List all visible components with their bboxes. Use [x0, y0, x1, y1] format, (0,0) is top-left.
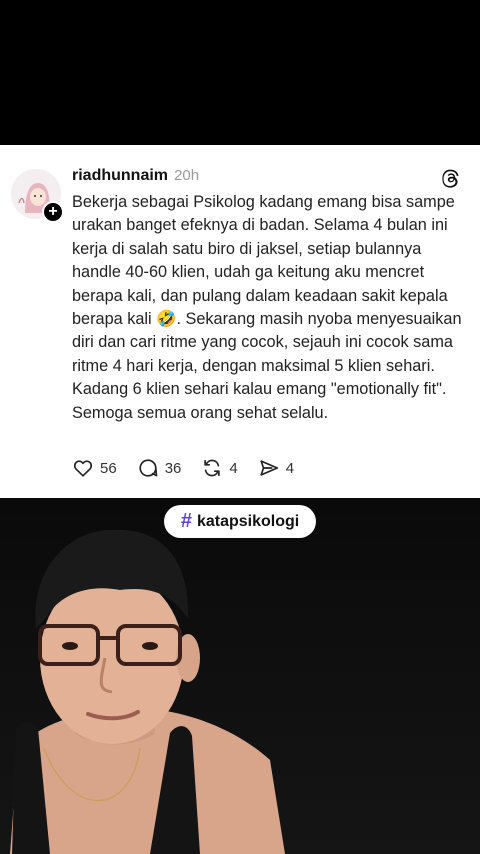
post-time: 20h: [174, 167, 200, 184]
top-black-bar: [0, 0, 480, 145]
send-icon: [260, 460, 278, 476]
threads-post-card: + riadhunnaim 20h Bekerja sebagai Psikol…: [0, 145, 480, 498]
hash-icon: #: [180, 510, 192, 532]
hashtag-text: katapsikologi: [196, 512, 300, 530]
post-body-text: Bekerja sebagai Psikolog kadang emang bi…: [72, 193, 462, 422]
hashtag-badge[interactable]: # katapsikologi: [164, 505, 316, 538]
comment-icon: [139, 459, 158, 477]
share-button[interactable]: 4: [258, 457, 294, 479]
repost-count: 4: [229, 459, 238, 477]
share-count: 4: [285, 459, 295, 477]
username[interactable]: riadhunnaim: [72, 167, 168, 185]
repost-button[interactable]: 4: [201, 457, 238, 479]
creator-video[interactable]: [0, 498, 480, 854]
like-count: 56: [100, 459, 117, 477]
post-actions: 56 36 4 4: [72, 457, 314, 479]
follow-plus-icon[interactable]: +: [42, 201, 64, 223]
reply-count: 36: [164, 459, 182, 477]
repost-icon: [204, 459, 221, 477]
person-video-frame: [0, 498, 480, 854]
post-header: riadhunnaim 20h: [72, 167, 199, 189]
threads-logo-icon[interactable]: [440, 167, 462, 189]
like-button[interactable]: 56: [72, 457, 117, 479]
reply-button[interactable]: 36: [137, 457, 182, 479]
heart-icon: [73, 460, 93, 477]
